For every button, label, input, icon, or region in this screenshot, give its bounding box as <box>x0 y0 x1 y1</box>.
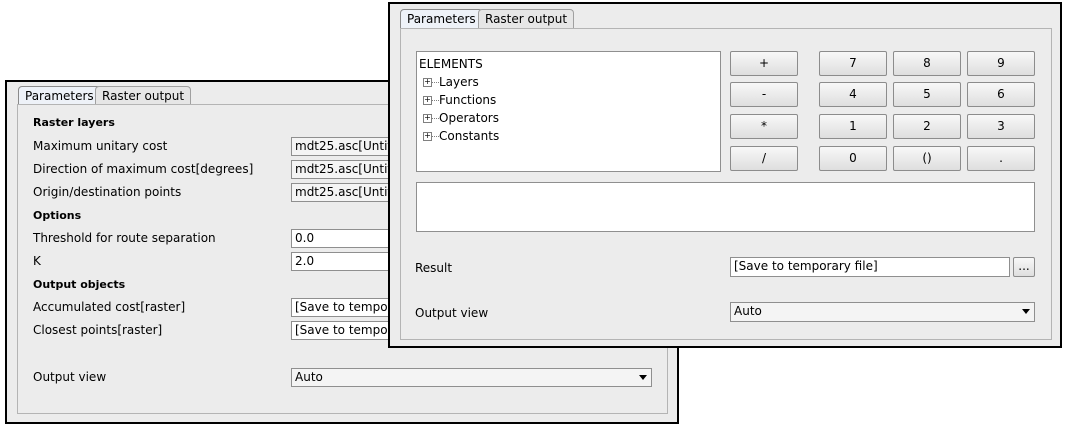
tree-item-label: Constants <box>439 129 500 143</box>
parentheses-button[interactable]: () <box>893 146 961 171</box>
section-output-objects: Output objects <box>33 278 126 291</box>
expression-textarea[interactable] <box>416 182 1035 232</box>
expand-plus-icon[interactable]: + <box>423 78 432 87</box>
closest-points-input[interactable]: [Save to tempora <box>291 321 401 340</box>
back-output-view-select[interactable]: Auto <box>291 368 652 387</box>
threshold-input[interactable]: 0.0 <box>291 229 401 248</box>
section-options: Options <box>33 209 82 222</box>
direction-max-cost-label: Direction of maximum cost[degrees] <box>33 162 254 176</box>
tab-raster-output[interactable]: Raster output <box>95 86 192 105</box>
expand-plus-icon[interactable]: + <box>423 96 432 105</box>
tree-connector <box>432 118 439 119</box>
browse-button[interactable]: ... <box>1013 257 1035 277</box>
back-output-view-value: Auto <box>295 370 323 384</box>
key-6-button[interactable]: 6 <box>967 82 1035 107</box>
plus-button[interactable]: + <box>730 51 798 76</box>
max-unitary-cost-select[interactable]: mdt25.asc[Untit <box>291 137 401 156</box>
front-output-view-label: Output view <box>415 306 489 320</box>
section-raster-layers: Raster layers <box>33 116 115 129</box>
threshold-label: Threshold for route separation <box>33 231 216 245</box>
accumulated-cost-label: Accumulated cost[raster] <box>33 300 186 314</box>
chevron-down-icon <box>1022 309 1030 314</box>
key-5-button[interactable]: 5 <box>893 82 961 107</box>
elements-tree[interactable]: ELEMENTS + Layers + Functions + Operator… <box>416 51 721 172</box>
key-0-button[interactable]: 0 <box>819 146 887 171</box>
tab-parameters[interactable]: Parameters <box>400 9 483 28</box>
expand-plus-icon[interactable]: + <box>423 114 432 123</box>
direction-max-cost-select[interactable]: mdt25.asc[Untit <box>291 160 401 179</box>
tree-item-label: Layers <box>439 75 479 89</box>
divide-button[interactable]: / <box>730 146 798 171</box>
k-input[interactable]: 2.0 <box>291 252 401 271</box>
minus-button[interactable]: - <box>730 82 798 107</box>
tree-root-elements[interactable]: ELEMENTS <box>419 55 483 73</box>
key-3-button[interactable]: 3 <box>967 114 1035 139</box>
front-window: Parameters Raster output ELEMENTS + Laye… <box>388 2 1062 348</box>
tree-item-label: Operators <box>439 111 499 125</box>
result-label: Result <box>415 261 453 275</box>
origin-destination-label: Origin/destination points <box>33 185 182 199</box>
tree-connector <box>432 136 439 137</box>
back-output-view-label: Output view <box>33 370 107 384</box>
tab-parameters[interactable]: Parameters <box>18 86 101 105</box>
key-8-button[interactable]: 8 <box>893 51 961 76</box>
accumulated-cost-input[interactable]: [Save to tempora <box>291 298 401 317</box>
chevron-down-icon <box>639 375 647 380</box>
key-9-button[interactable]: 9 <box>967 51 1035 76</box>
key-1-button[interactable]: 1 <box>819 114 887 139</box>
front-output-view-value: Auto <box>734 304 762 318</box>
expand-plus-icon[interactable]: + <box>423 132 432 141</box>
tree-item-label: Functions <box>439 93 497 107</box>
decimal-point-button[interactable]: . <box>967 146 1035 171</box>
max-unitary-cost-label: Maximum unitary cost <box>33 139 168 153</box>
tree-connector <box>432 100 439 101</box>
front-output-view-select[interactable]: Auto <box>730 302 1035 322</box>
key-7-button[interactable]: 7 <box>819 51 887 76</box>
key-4-button[interactable]: 4 <box>819 82 887 107</box>
multiply-button[interactable]: * <box>730 114 798 139</box>
tab-raster-output[interactable]: Raster output <box>478 9 575 28</box>
origin-destination-select[interactable]: mdt25.asc[Untit <box>291 183 401 202</box>
result-input[interactable]: [Save to temporary file] <box>730 257 1010 277</box>
key-2-button[interactable]: 2 <box>893 114 961 139</box>
k-label: K <box>33 254 41 268</box>
tree-connector <box>432 82 439 83</box>
closest-points-label: Closest points[raster] <box>33 323 163 337</box>
